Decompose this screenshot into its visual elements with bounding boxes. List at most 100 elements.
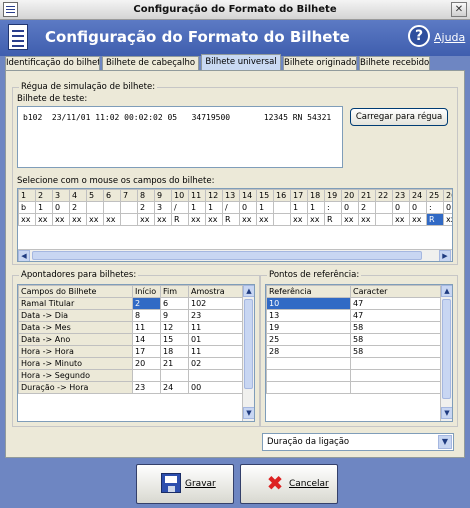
value-cell[interactable]: 17 bbox=[132, 345, 161, 358]
ruler-cell[interactable]: 7 bbox=[120, 189, 138, 202]
ruler-cell[interactable]: 1 bbox=[307, 201, 325, 214]
ruler-cell[interactable] bbox=[375, 201, 393, 214]
ruler-cell[interactable]: xx bbox=[290, 213, 308, 226]
ruler-cell[interactable] bbox=[273, 213, 291, 226]
test-ticket-textarea[interactable]: b102 23/11/01 11:02 00:02:02 05 34719500… bbox=[17, 106, 343, 168]
ruler-cell[interactable]: 12 bbox=[205, 189, 223, 202]
ruler-cell[interactable]: 0 bbox=[239, 201, 257, 214]
ruler-cell[interactable]: R bbox=[426, 213, 444, 226]
table-row[interactable]: Data -> Mes 11 12 11 bbox=[18, 321, 243, 334]
table-row[interactable]: 10 47 bbox=[266, 297, 441, 310]
ruler-cell[interactable]: 9 bbox=[154, 189, 172, 202]
value-cell[interactable]: 47 bbox=[350, 309, 441, 322]
ruler-cell[interactable]: 0 bbox=[341, 201, 359, 214]
ruler-cell[interactable] bbox=[86, 201, 104, 214]
ruler-cell[interactable]: xx bbox=[18, 213, 36, 226]
ruler-cell[interactable]: xx bbox=[358, 213, 376, 226]
save-button[interactable]: Gravar bbox=[136, 464, 234, 504]
ruler-cell[interactable]: xx bbox=[409, 213, 427, 226]
value-cell[interactable]: 12 bbox=[160, 321, 189, 334]
scroll-down-icon[interactable]: ▼ bbox=[243, 407, 254, 419]
ruler-cell[interactable]: 0 bbox=[392, 201, 410, 214]
tab-identificacao[interactable]: Identificação do bilhete bbox=[5, 56, 100, 70]
table-row[interactable]: Hora -> Segundo bbox=[18, 369, 243, 382]
ruler-cell[interactable]: : bbox=[324, 201, 342, 214]
table-row[interactable] bbox=[266, 357, 441, 370]
value-cell[interactable]: 28 bbox=[266, 345, 351, 358]
ruler-cell[interactable]: 26 bbox=[443, 189, 452, 202]
scroll-up-icon[interactable]: ▲ bbox=[243, 285, 254, 297]
ruler-cell[interactable]: 1 bbox=[18, 189, 36, 202]
value-cell[interactable] bbox=[266, 369, 351, 382]
ruler-cell[interactable]: 3 bbox=[52, 189, 70, 202]
column-header[interactable]: Referência bbox=[266, 285, 351, 298]
ruler-cell[interactable] bbox=[375, 213, 393, 226]
value-cell[interactable] bbox=[266, 357, 351, 370]
value-cell[interactable]: 11 bbox=[188, 345, 243, 358]
chevron-down-icon[interactable]: ▼ bbox=[438, 435, 452, 449]
value-cell[interactable] bbox=[132, 369, 161, 382]
help-icon[interactable]: ? bbox=[408, 25, 430, 47]
ruler-cell[interactable]: 1 bbox=[256, 201, 274, 214]
table-row[interactable]: Hora -> Minuto 20 21 02 bbox=[18, 357, 243, 370]
reference-points-grid[interactable]: Referência Caracter 10 47 13 47 19 58 25 58 28 58 … bbox=[265, 284, 453, 422]
ruler-cell[interactable]: : bbox=[426, 201, 444, 214]
ruler-cell[interactable]: 4 bbox=[69, 189, 87, 202]
ruler-cell[interactable]: 1 bbox=[205, 201, 223, 214]
ruler-cell[interactable]: R bbox=[222, 213, 240, 226]
pointers-vertical-scrollbar[interactable]: ▲ ▼ bbox=[242, 285, 254, 421]
value-cell[interactable] bbox=[160, 369, 189, 382]
ruler-cell[interactable]: 25 bbox=[426, 189, 444, 202]
tab-recebido[interactable]: Bilhete recebido bbox=[359, 56, 430, 70]
ruler-cell[interactable]: 6 bbox=[103, 189, 121, 202]
ruler-cell[interactable]: 18 bbox=[307, 189, 325, 202]
duration-select[interactable]: Duração da ligação ▼ bbox=[262, 433, 454, 451]
ruler-cell[interactable]: 11 bbox=[188, 189, 206, 202]
ruler-cell[interactable]: 2 bbox=[358, 201, 376, 214]
ruler-cell[interactable]: 24 bbox=[409, 189, 427, 202]
scroll-right-icon[interactable]: ▶ bbox=[439, 250, 451, 261]
ruler-cell[interactable]: xx bbox=[52, 213, 70, 226]
value-cell[interactable]: 15 bbox=[160, 333, 189, 346]
ruler-cell[interactable]: 3 bbox=[154, 201, 172, 214]
ruler-cell[interactable]: xx bbox=[341, 213, 359, 226]
ruler-cell[interactable]: 2 bbox=[69, 201, 87, 214]
refs-vertical-scrollbar[interactable]: ▲ ▼ bbox=[440, 285, 452, 421]
column-header[interactable]: Caracter bbox=[350, 285, 441, 298]
value-cell[interactable] bbox=[350, 381, 441, 394]
ruler-cell[interactable]: 21 bbox=[358, 189, 376, 202]
ruler-cell[interactable]: 17 bbox=[290, 189, 308, 202]
ruler-cell[interactable] bbox=[120, 201, 138, 214]
ruler-cell[interactable]: xx bbox=[392, 213, 410, 226]
ruler-cell[interactable]: 8 bbox=[137, 189, 155, 202]
ruler-cell[interactable]: 14 bbox=[239, 189, 257, 202]
ruler-cell[interactable]: 0 bbox=[52, 201, 70, 214]
ruler-cell[interactable]: xx bbox=[103, 213, 121, 226]
value-cell[interactable] bbox=[266, 381, 351, 394]
tab-originado[interactable]: Bilhete originado bbox=[283, 56, 357, 70]
value-cell[interactable]: 00 bbox=[188, 381, 243, 394]
scroll-thumb[interactable] bbox=[244, 299, 253, 389]
scroll-down-icon[interactable]: ▼ bbox=[441, 407, 452, 419]
value-cell[interactable]: 24 bbox=[160, 381, 189, 394]
tab-cabecalho[interactable]: Bilhete de cabeçalho bbox=[102, 56, 199, 70]
value-cell[interactable]: 58 bbox=[350, 321, 441, 334]
value-cell[interactable]: 6 bbox=[160, 297, 189, 310]
column-header[interactable]: Fim bbox=[160, 285, 189, 298]
value-cell[interactable]: 14 bbox=[132, 333, 161, 346]
table-row[interactable]: Data -> Dia 8 9 23 bbox=[18, 309, 243, 322]
ruler-cell[interactable] bbox=[273, 201, 291, 214]
value-cell[interactable]: 102 bbox=[188, 297, 243, 310]
scroll-thumb[interactable] bbox=[32, 251, 422, 260]
ruler-cell[interactable]: xx bbox=[35, 213, 53, 226]
column-header[interactable]: Campos do Bilhete bbox=[18, 285, 133, 298]
ruler-cell[interactable]: R bbox=[324, 213, 342, 226]
ruler-cell[interactable]: 0 bbox=[409, 201, 427, 214]
ruler-cell[interactable]: 1 bbox=[188, 201, 206, 214]
help-link[interactable]: Ajuda bbox=[434, 31, 465, 44]
ruler-horizontal-scrollbar[interactable]: ◀ ▶ bbox=[18, 249, 452, 261]
value-cell[interactable]: 23 bbox=[132, 381, 161, 394]
value-cell[interactable]: 02 bbox=[188, 357, 243, 370]
value-cell[interactable]: 21 bbox=[160, 357, 189, 370]
value-cell[interactable]: 10 bbox=[266, 297, 351, 310]
